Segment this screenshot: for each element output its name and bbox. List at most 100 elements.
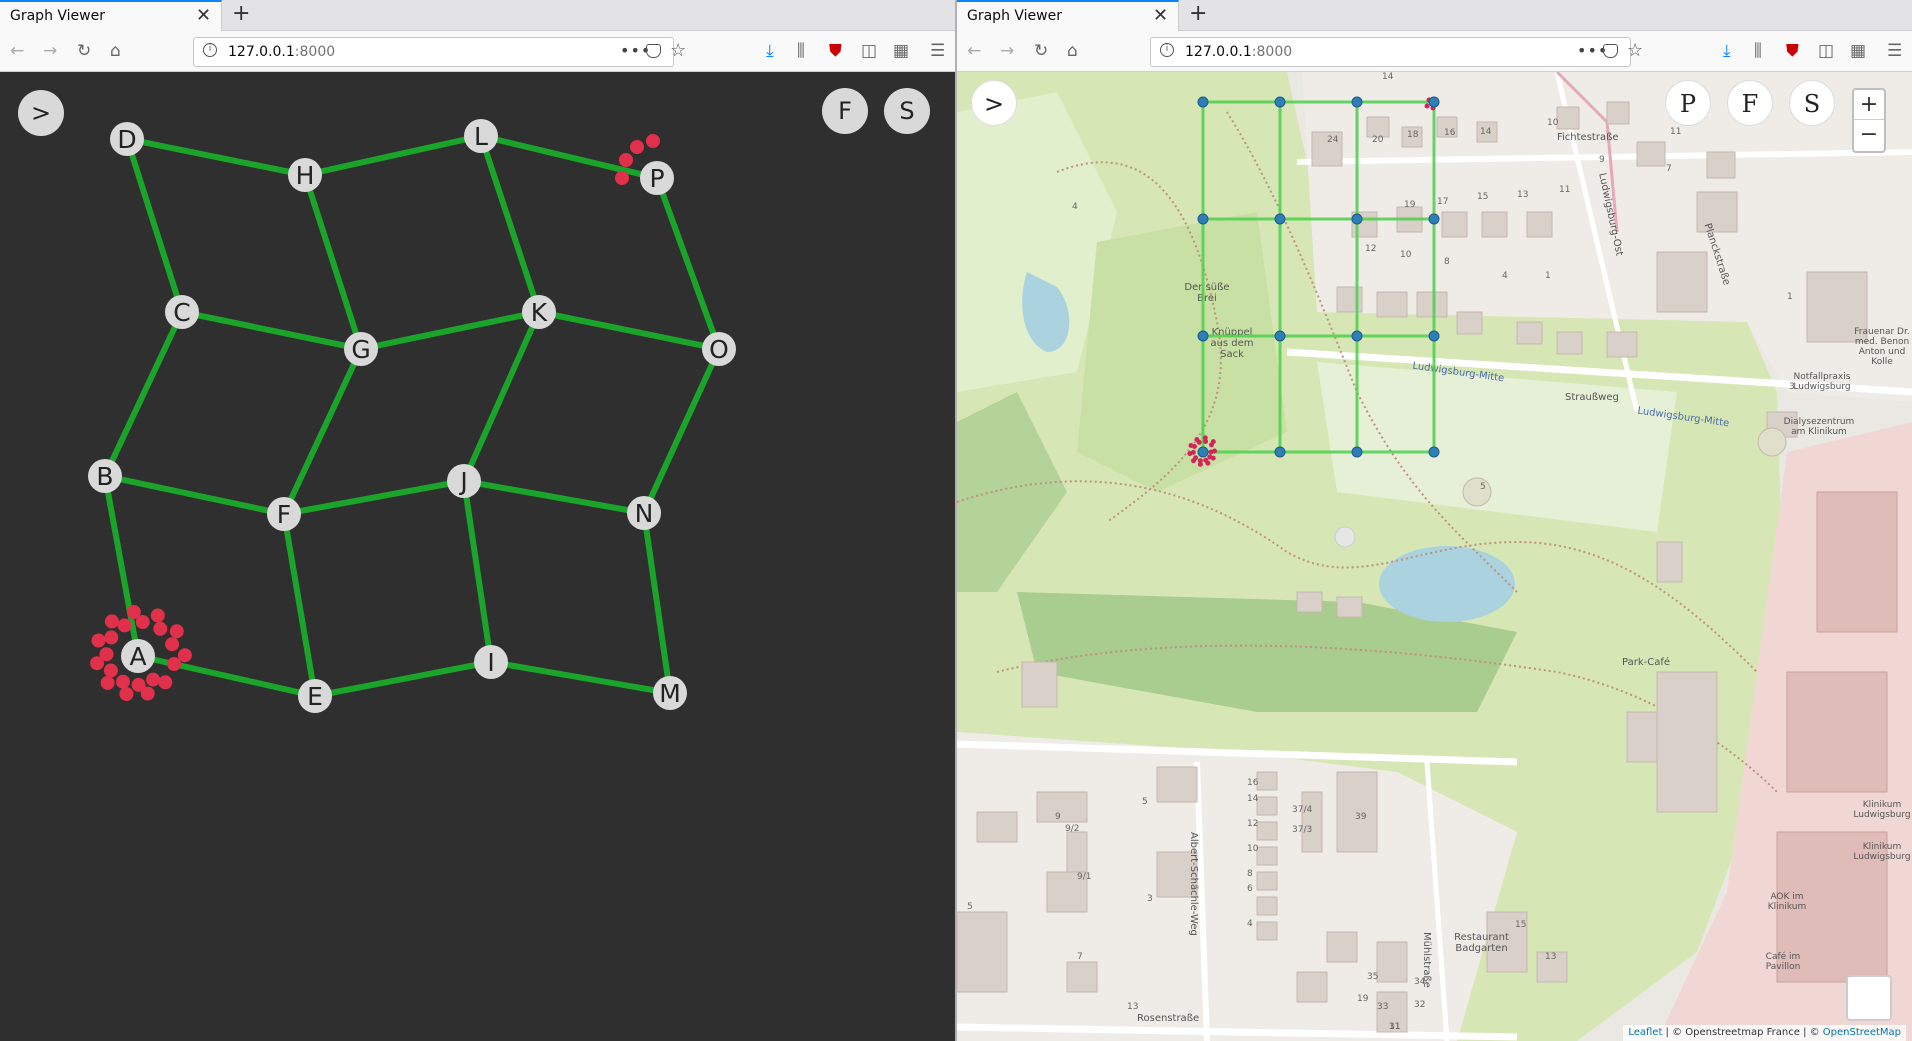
map-graph-node[interactable] <box>1274 213 1286 225</box>
nav-bar: ← → ↻ ⌂ i 127.0.0.1:8000 ••• ☆ ⤓ ⫼ ⛊ ◫ ▦… <box>0 31 955 72</box>
graph-node-F[interactable]: F <box>267 497 301 531</box>
graph-node-M[interactable]: M <box>653 676 687 710</box>
graph-node-P[interactable]: P <box>640 161 674 195</box>
menu-icon[interactable]: ☰ <box>1887 41 1902 61</box>
graph-canvas[interactable]: A B C D E F G H I J K L M N O P > F S <box>0 72 955 1041</box>
graph-node-K[interactable]: K <box>522 295 556 329</box>
marker-dot <box>158 675 173 690</box>
map-graph-node[interactable] <box>1428 96 1440 108</box>
graph-edge-H-G <box>302 174 364 350</box>
info-icon[interactable]: i <box>203 43 217 57</box>
library-icon[interactable]: ⫼ <box>1754 41 1762 61</box>
graph-svg[interactable]: A B C D E F G H I J K L M N O P <box>0 72 955 1041</box>
graph-node-D[interactable]: D <box>110 122 144 156</box>
map-graph-node[interactable] <box>1351 213 1363 225</box>
graph-edge-O-N <box>641 347 722 515</box>
url-text: 127.0.0.1:8000 <box>228 44 336 60</box>
new-tab-icon[interactable]: + <box>1189 1 1207 26</box>
map-marker-dot <box>1187 451 1193 457</box>
graph-node-J[interactable]: J <box>447 464 481 498</box>
graph-edge-N-M <box>641 512 673 694</box>
leaflet-link[interactable]: Leaflet <box>1628 1027 1662 1038</box>
sidebar-icon[interactable]: ◫ <box>861 41 877 61</box>
star-icon[interactable]: ☆ <box>1627 40 1643 61</box>
graph-node-B[interactable]: B <box>88 459 122 493</box>
back-icon[interactable]: ← <box>967 41 981 61</box>
graph-node-E[interactable]: E <box>298 679 332 713</box>
pocket-icon[interactable] <box>1603 44 1618 58</box>
map-graph-node[interactable] <box>1428 446 1440 458</box>
graph-node-G[interactable]: G <box>344 332 378 366</box>
marker-dot <box>165 637 180 652</box>
f-button[interactable]: F <box>822 88 868 134</box>
s-button[interactable]: S <box>884 88 930 134</box>
layer-control[interactable] <box>1846 975 1892 1021</box>
zoom-out-button[interactable]: − <box>1854 120 1884 150</box>
map-graph-node[interactable] <box>1197 330 1209 342</box>
map-graph-node[interactable] <box>1274 330 1286 342</box>
graph-node-H[interactable]: H <box>288 158 322 192</box>
graph-edge-C-B <box>102 310 185 478</box>
close-icon[interactable]: ✕ <box>196 5 211 26</box>
s-button[interactable]: S <box>1789 80 1835 126</box>
map-graph-node[interactable] <box>1428 213 1440 225</box>
star-icon[interactable]: ☆ <box>670 40 686 61</box>
graph-node-label: H <box>296 161 315 190</box>
reload-icon[interactable]: ↻ <box>77 41 91 61</box>
map-marker-dot <box>1212 448 1217 454</box>
extensions-icon[interactable]: ▦ <box>893 41 909 61</box>
graph-node-O[interactable]: O <box>702 332 736 366</box>
map-graph-node[interactable] <box>1351 330 1363 342</box>
new-tab-icon[interactable]: + <box>232 1 250 26</box>
graph-node-L[interactable]: L <box>464 119 498 153</box>
marker-dot <box>90 656 105 671</box>
ublock-icon[interactable]: ⛊ <box>829 41 842 61</box>
f-button[interactable]: F <box>1727 80 1773 126</box>
tab-graph-viewer[interactable]: Graph Viewer ✕ <box>0 0 222 31</box>
graph-node-N[interactable]: N <box>627 496 661 530</box>
forward-icon[interactable]: → <box>43 41 57 61</box>
graph-edge-D-H <box>126 136 306 178</box>
browser-window-left: Graph Viewer ✕ + ← → ↻ ⌂ i 127.0.0.1:800… <box>0 0 955 1041</box>
graph-node-A[interactable]: A <box>121 639 155 673</box>
browser-window-right: Graph Viewer ✕ + ← → ↻ ⌂ i 127.0.0.1:800… <box>957 0 1912 1041</box>
sidebar-icon[interactable]: ◫ <box>1818 41 1834 61</box>
ublock-icon[interactable]: ⛊ <box>1786 41 1799 61</box>
info-icon[interactable]: i <box>1160 43 1174 57</box>
osm-link[interactable]: OpenStreetMap <box>1823 1027 1901 1038</box>
graph-node-C[interactable]: C <box>165 295 199 329</box>
download-icon[interactable]: ⤓ <box>766 41 774 61</box>
map-graph-node[interactable] <box>1197 213 1209 225</box>
url-bar[interactable]: i 127.0.0.1:8000 ••• ☆ <box>1150 37 1643 67</box>
toggle-panel-button[interactable]: > <box>18 90 64 136</box>
p-button[interactable]: P <box>1665 80 1711 126</box>
graph-node-I[interactable]: I <box>474 645 508 679</box>
extensions-icon[interactable]: ▦ <box>1850 41 1866 61</box>
map-graph-node[interactable] <box>1351 446 1363 458</box>
back-icon[interactable]: ← <box>10 41 24 61</box>
forward-icon[interactable]: → <box>1000 41 1014 61</box>
home-icon[interactable]: ⌂ <box>110 41 121 61</box>
map-graph-overlay[interactable] <box>957 72 1912 1041</box>
graph-node-label: N <box>635 499 654 528</box>
map-graph-node[interactable] <box>1274 446 1286 458</box>
download-icon[interactable]: ⤓ <box>1723 41 1731 61</box>
graph-node-label: D <box>117 125 136 154</box>
url-bar[interactable]: i 127.0.0.1:8000 ••• ☆ <box>193 37 686 67</box>
tab-graph-viewer[interactable]: Graph Viewer ✕ <box>957 0 1179 31</box>
marker-dot <box>103 663 118 678</box>
reload-icon[interactable]: ↻ <box>1034 41 1048 61</box>
pocket-icon[interactable] <box>646 44 661 58</box>
map-graph-node[interactable] <box>1274 96 1286 108</box>
zoom-in-button[interactable]: + <box>1854 90 1884 120</box>
map-view[interactable]: Fichtestraße Ludwigsburg-Ost Planckstraß… <box>957 72 1912 1041</box>
close-icon[interactable]: ✕ <box>1153 5 1168 26</box>
map-graph-node[interactable] <box>1428 330 1440 342</box>
home-icon[interactable]: ⌂ <box>1067 41 1078 61</box>
map-graph-node[interactable] <box>1197 96 1209 108</box>
toggle-panel-button[interactable]: > <box>971 80 1017 126</box>
menu-icon[interactable]: ☰ <box>930 41 945 61</box>
map-graph-node[interactable] <box>1197 446 1209 458</box>
map-graph-node[interactable] <box>1351 96 1363 108</box>
library-icon[interactable]: ⫼ <box>797 41 805 61</box>
